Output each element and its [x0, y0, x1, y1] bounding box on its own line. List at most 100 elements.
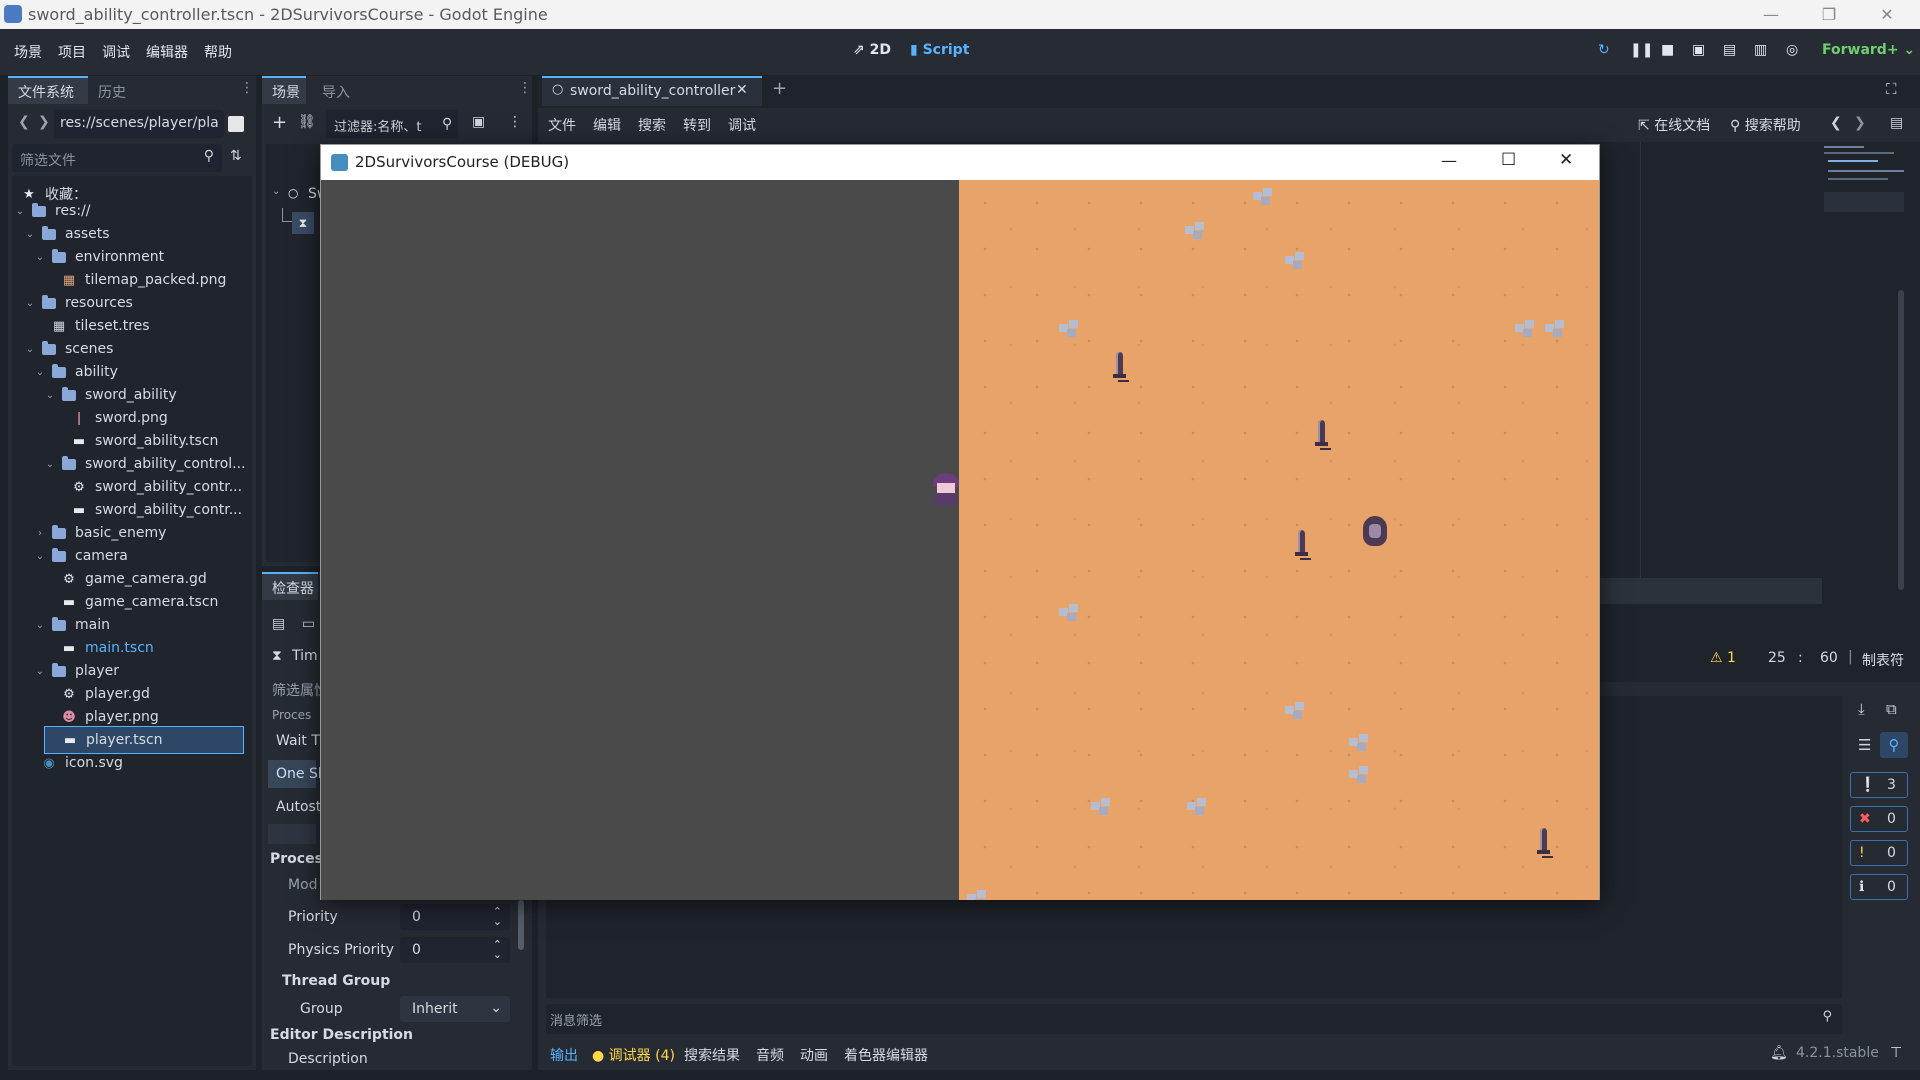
expand-arrow-icon[interactable]: ⌄ [34, 666, 46, 677]
add-node-icon[interactable]: + [272, 112, 287, 133]
timer-node-icon[interactable]: ⧗ [292, 212, 314, 234]
mode-script-button[interactable]: ▮ Script [910, 42, 969, 58]
mode-2d-button[interactable]: ⇗ 2D [853, 42, 891, 58]
expand-arrow-icon[interactable]: ⌄ [44, 390, 56, 401]
menu-project[interactable]: 项目 [58, 42, 86, 62]
expand-arrow-icon[interactable]: ⌄ [34, 620, 46, 631]
open-resource-icon[interactable]: ▭ [302, 616, 315, 632]
physics-priority-spinbox[interactable]: 0 ⌃ ⌄ [400, 937, 510, 963]
tab-search-results[interactable]: 搜索结果 [684, 1045, 740, 1065]
back-icon[interactable]: ❮ [18, 114, 30, 130]
script-menu-goto[interactable]: 转到 [683, 115, 711, 135]
reload-icon[interactable]: ↻ [1598, 42, 1610, 58]
tab-inspector[interactable]: 检查器 [272, 578, 314, 598]
expand-panel-icon[interactable]: ⊤ [1890, 1045, 1902, 1061]
notification-bell-icon[interactable]: 🔔︎ [1770, 1045, 1788, 1061]
pause-icon[interactable]: ❚❚ [1630, 42, 1653, 58]
expand-arrow-icon[interactable]: ⌄ [24, 229, 36, 240]
expand-arrow-icon[interactable]: ⌄ [24, 344, 36, 355]
collapse-arrow-icon[interactable]: ⌄ [272, 186, 280, 197]
log-filter-toggle[interactable]: ✖ 0 [1850, 806, 1908, 832]
log-filter-toggle[interactable]: ℹ0 [1850, 874, 1908, 900]
collapse-messages-icon[interactable]: ☰ [1858, 736, 1871, 754]
scene-filter-input[interactable]: 过滤器:名称、t [326, 110, 458, 138]
indent-mode[interactable]: 制表符 [1862, 650, 1904, 670]
toggle-panel-icon[interactable]: ▤ [1890, 115, 1903, 131]
code-minimap [1824, 142, 1910, 222]
expand-arrow-icon[interactable]: ⌄ [44, 459, 56, 470]
sort-icon[interactable]: ⇅ [230, 148, 242, 164]
tab-import[interactable]: 导入 [322, 82, 350, 102]
tab-scene[interactable]: 场景 [272, 82, 300, 102]
menu-scene[interactable]: 场景 [14, 42, 42, 62]
game-maximize-button[interactable]: ☐ [1501, 150, 1516, 170]
expand-arrow-icon[interactable]: ⌄ [24, 298, 36, 309]
file-filter-input[interactable]: 筛选文件 ⚲ [12, 144, 222, 172]
renderer-select[interactable]: Forward+ ⌄ [1822, 42, 1915, 58]
movie-maker-icon[interactable]: ◎ [1786, 42, 1798, 58]
kebab-menu-icon[interactable]: ⋮ [518, 80, 532, 96]
inspector-scrollbar[interactable] [518, 900, 524, 950]
game-window[interactable]: 2DSurvivorsCourse (DEBUG) — ☐ ✕ [320, 144, 1600, 900]
kebab-menu-icon[interactable]: ⋮ [508, 114, 522, 130]
copy-log-icon[interactable]: ⧉ [1886, 700, 1897, 718]
back-icon[interactable]: ❮ [1830, 115, 1842, 131]
expand-arrow-icon[interactable]: ⌄ [34, 551, 46, 562]
tab-animation[interactable]: 动画 [800, 1045, 828, 1065]
script-menu-debug[interactable]: 调试 [728, 115, 756, 135]
priority-spinbox[interactable]: 0 ⌃ ⌄ [400, 904, 510, 930]
stop-icon[interactable]: ■ [1661, 42, 1674, 58]
tab-shader-editor[interactable]: 着色器编辑器 [844, 1045, 928, 1065]
menu-editor[interactable]: 编辑器 [146, 42, 188, 62]
expand-arrow-icon[interactable]: ⌄ [14, 206, 26, 217]
attach-script-icon[interactable]: ▣ [472, 114, 485, 130]
kebab-menu-icon[interactable]: ⋮ [240, 80, 254, 96]
distraction-free-icon[interactable]: ⛶ [1886, 80, 1897, 98]
new-resource-icon[interactable]: ▤ [272, 616, 285, 632]
expand-arrow-icon[interactable]: ⌄ [34, 367, 46, 378]
tab-filesystem[interactable]: 文件系统 [18, 82, 74, 102]
game-window-titlebar[interactable]: 2DSurvivorsCourse (DEBUG) — ☐ ✕ [321, 145, 1599, 180]
menu-debug[interactable]: 调试 [102, 42, 130, 62]
link-icon[interactable]: ⛓ [298, 114, 316, 130]
tab-history[interactable]: 历史 [98, 82, 126, 102]
split-view-icon[interactable] [228, 116, 244, 132]
thread-group-header[interactable]: Thread Group [282, 968, 390, 994]
expand-arrow-icon[interactable]: ⌄ [34, 252, 46, 263]
menu-help[interactable]: 帮助 [204, 42, 232, 62]
online-docs-button[interactable]: ⇱ 在线文档 [1638, 115, 1710, 135]
script-menu-edit[interactable]: 编辑 [593, 115, 621, 135]
path-field[interactable]: res://scenes/player/pla [54, 110, 224, 138]
log-filter-toggle[interactable]: ! 0 [1850, 840, 1908, 866]
close-tab-icon[interactable]: ✕ [736, 82, 748, 98]
play-custom-icon[interactable]: ▥ [1754, 42, 1767, 58]
remote-debug-icon[interactable]: ▣ [1692, 42, 1705, 58]
code-scrollbar[interactable] [1898, 290, 1904, 590]
tab-debugger[interactable]: ● 调试器 (4) [592, 1045, 675, 1065]
restore-button[interactable]: ❐ [1800, 0, 1858, 29]
expand-arrow-icon[interactable]: › [34, 528, 46, 539]
group-select[interactable]: Inherit ⌄ [400, 996, 510, 1022]
forward-icon[interactable]: ❯ [1854, 115, 1866, 131]
tab-output[interactable]: 输出 [550, 1045, 578, 1065]
forward-icon[interactable]: ❯ [38, 114, 50, 130]
tab-audio[interactable]: 音频 [756, 1045, 784, 1065]
search-help-button[interactable]: ⚲ 搜索帮助 [1730, 115, 1801, 135]
script-menu-search[interactable]: 搜索 [638, 115, 666, 135]
close-button[interactable]: ✕ [1858, 0, 1916, 29]
search-toggle-icon[interactable]: ⚲ [1880, 732, 1908, 758]
add-tab-icon[interactable]: + [772, 78, 787, 99]
script-menu-file[interactable]: 文件 [548, 115, 576, 135]
minimize-button[interactable]: — [1742, 0, 1800, 29]
warning-count[interactable]: ⚠ 1 [1710, 650, 1736, 666]
file-tree-item[interactable]: ◉ icon.svg [24, 749, 123, 777]
play-scene-icon[interactable]: ▤ [1723, 42, 1736, 58]
script-tab[interactable]: ○ sword_ability_controller ✕ [542, 76, 762, 106]
editor-description-header[interactable]: Editor Description [270, 1022, 413, 1048]
message-filter-input[interactable]: 消息筛选 ⚲ [546, 1004, 1842, 1034]
game-minimize-button[interactable]: — [1441, 151, 1457, 170]
minimap-viewport[interactable] [1824, 192, 1904, 212]
clear-log-icon[interactable]: ⤓ [1858, 700, 1865, 718]
game-close-button[interactable]: ✕ [1559, 150, 1573, 170]
log-filter-toggle[interactable]: ❕ 3 [1850, 772, 1908, 798]
